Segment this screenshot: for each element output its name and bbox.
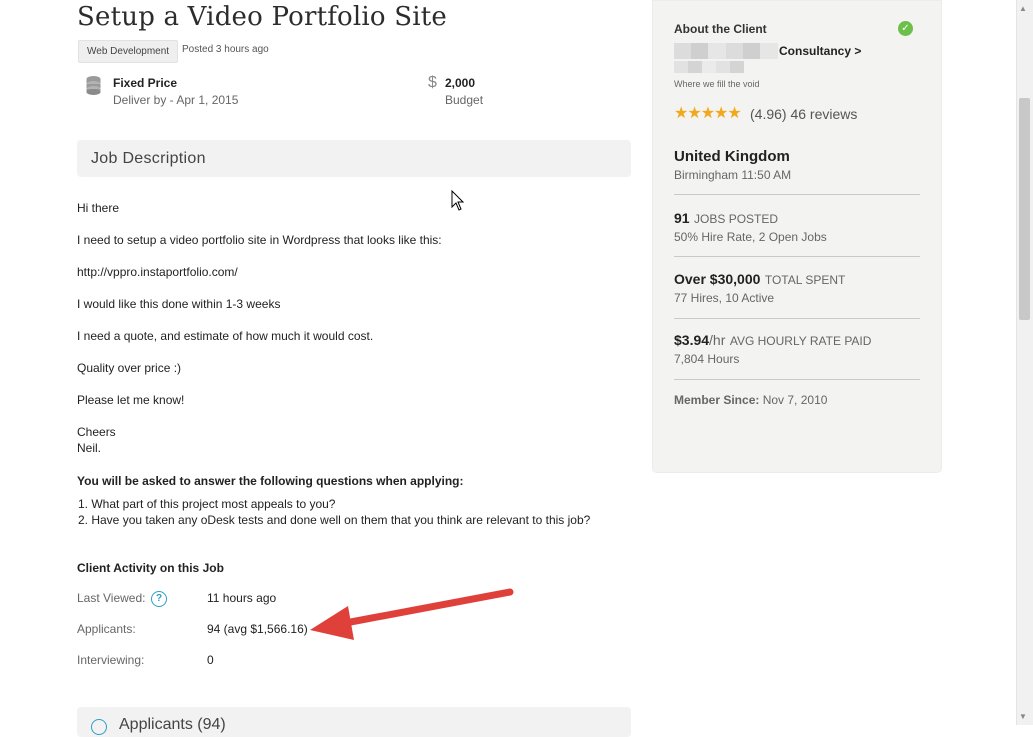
hourly-rate-stat: $3.94/hr AVG HOURLY RATE PAID bbox=[674, 332, 871, 350]
job-description-title: Job Description bbox=[91, 150, 206, 167]
price-type: Fixed Price bbox=[113, 76, 178, 90]
job-title: Setup a Video Portfolio Site bbox=[77, 2, 448, 32]
total-spent-label: TOTAL SPENT bbox=[764, 273, 846, 287]
question-item: 2. Have you taken any oDesk tests and do… bbox=[78, 513, 591, 527]
scroll-down-arrow-icon[interactable]: ▼ bbox=[1019, 712, 1027, 721]
member-since-label: Member Since: bbox=[674, 393, 760, 407]
question-item: 1. What part of this project most appeal… bbox=[78, 497, 336, 511]
last-viewed-label: Last Viewed: bbox=[77, 591, 146, 605]
description-line: Neil. bbox=[77, 441, 102, 455]
interviewing-label: Interviewing: bbox=[77, 653, 145, 667]
dollar-icon: $ bbox=[428, 74, 437, 91]
description-line: Hi there bbox=[77, 201, 120, 215]
applicants-value: 94 (avg $1,566.16) bbox=[207, 622, 308, 636]
client-sidebar: About the Client ✓ Consultancy > Where w… bbox=[652, 0, 942, 473]
client-city-time: Birmingham 11:50 AM bbox=[674, 168, 792, 182]
total-spent-stat: Over $30,000 TOTAL SPENT bbox=[674, 271, 845, 289]
questions-header: You will be asked to answer the followin… bbox=[77, 474, 464, 488]
divider bbox=[674, 256, 920, 257]
client-tagline: Where we fill the void bbox=[674, 79, 760, 89]
member-since-value: Nov 7, 2010 bbox=[762, 393, 828, 407]
total-spent-sub: 77 Hires, 10 Active bbox=[674, 291, 775, 305]
applicants-label: Applicants: bbox=[77, 622, 136, 636]
mouse-cursor-icon bbox=[451, 190, 465, 211]
scrollbar-thumb[interactable] bbox=[1019, 98, 1030, 320]
users-icon bbox=[91, 719, 107, 735]
verified-check-icon: ✓ bbox=[898, 21, 913, 36]
description-line: Please let me know! bbox=[77, 393, 185, 407]
description-link[interactable]: http://vppro.instaportfolio.com/ bbox=[77, 265, 238, 279]
redacted-name bbox=[674, 43, 778, 59]
category-tag[interactable]: Web Development bbox=[78, 40, 179, 63]
help-icon[interactable]: ? bbox=[151, 591, 167, 607]
budget-label: Budget bbox=[445, 93, 484, 107]
hourly-rate-sub: 7,804 Hours bbox=[674, 352, 740, 366]
hourly-rate-unit: /hr bbox=[709, 332, 726, 348]
deliver-by: Deliver by - Apr 1, 2015 bbox=[113, 93, 239, 107]
applicants-section-title: Applicants (94) bbox=[119, 716, 226, 733]
scroll-up-arrow-icon[interactable]: ▲ bbox=[1019, 4, 1027, 13]
applicants-section-header[interactable]: Applicants (94) bbox=[77, 707, 631, 737]
posted-time: Posted 3 hours ago bbox=[182, 44, 269, 55]
description-line: I need to setup a video portfolio site i… bbox=[77, 233, 442, 247]
divider bbox=[674, 318, 920, 319]
member-since: Member Since: Nov 7, 2010 bbox=[674, 393, 827, 407]
jobs-posted-label: JOBS POSTED bbox=[694, 212, 779, 226]
divider bbox=[674, 379, 920, 380]
annotation-arrow bbox=[310, 588, 514, 640]
client-country: United Kingdom bbox=[674, 148, 790, 165]
client-company-link[interactable]: Consultancy > bbox=[779, 44, 861, 58]
redacted-name bbox=[674, 61, 744, 73]
rating-stars-icon: ★★★★★ bbox=[674, 105, 742, 122]
jobs-posted-stat: 91 JOBS POSTED bbox=[674, 210, 778, 228]
divider bbox=[674, 194, 920, 195]
jobs-posted-number: 91 bbox=[674, 210, 690, 226]
client-activity-header: Client Activity on this Job bbox=[77, 561, 224, 575]
jobs-posted-sub: 50% Hire Rate, 2 Open Jobs bbox=[674, 230, 827, 244]
job-description-header: Job Description bbox=[77, 140, 631, 177]
hourly-rate-label: AVG HOURLY RATE PAID bbox=[729, 334, 872, 348]
description-line: I would like this done within 1-3 weeks bbox=[77, 297, 281, 311]
last-viewed-value: 11 hours ago bbox=[207, 591, 277, 605]
hourly-rate-number: $3.94 bbox=[674, 332, 710, 348]
description-line: Quality over price :) bbox=[77, 361, 182, 375]
client-rating[interactable]: (4.96) 46 reviews bbox=[750, 106, 857, 122]
description-line: I need a quote, and estimate of how much… bbox=[77, 329, 374, 343]
about-client-label: About the Client bbox=[674, 22, 767, 36]
coins-icon bbox=[86, 76, 101, 95]
total-spent-number: Over $30,000 bbox=[674, 271, 761, 287]
budget-value: 2,000 bbox=[445, 76, 476, 90]
description-line: Cheers bbox=[77, 425, 116, 439]
interviewing-value: 0 bbox=[207, 653, 214, 667]
